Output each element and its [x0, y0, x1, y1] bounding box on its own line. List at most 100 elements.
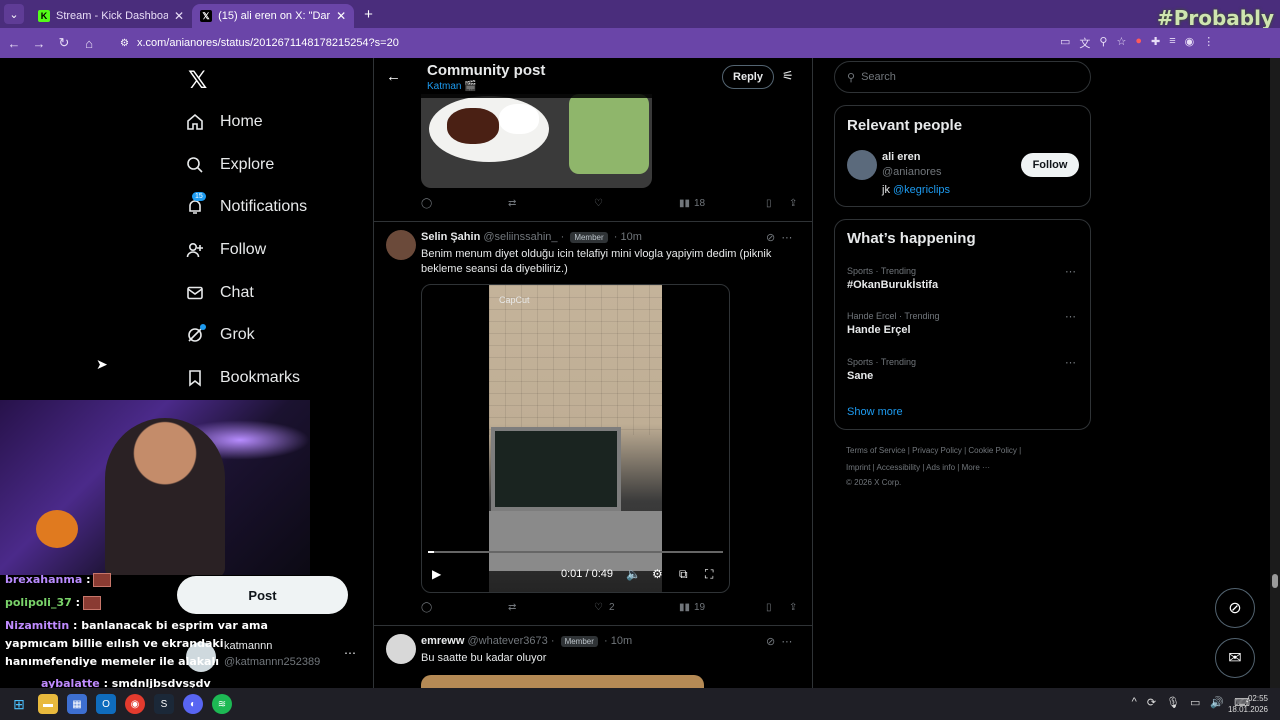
video-player[interactable]: CapCut ▶ 0:01 / 0:49 🔈 ⚙ ⧉ ⛶	[421, 284, 730, 593]
more-icon[interactable]: ⋯	[1065, 265, 1076, 278]
avatar[interactable]	[847, 150, 877, 180]
share-icon[interactable]: ⇪	[789, 198, 797, 209]
messages-fab-button[interactable]: ✉	[1215, 638, 1255, 678]
grok-fab-button[interactable]: ⊘	[1215, 588, 1255, 628]
bookmark-icon[interactable]: ▯	[766, 602, 772, 613]
person-handle[interactable]: @anianores	[882, 166, 941, 178]
close-tab-icon[interactable]: ✕	[336, 9, 346, 23]
reply-icon[interactable]: ◯	[421, 602, 432, 613]
back-arrow-icon[interactable]: ←	[3, 36, 25, 51]
back-arrow-icon[interactable]: ←	[386, 68, 401, 85]
forward-arrow-icon[interactable]: →	[28, 36, 50, 51]
fullscreen-icon[interactable]: ⛶	[705, 567, 713, 582]
nav-bookmarks[interactable]: Bookmarks	[184, 363, 300, 393]
author-name[interactable]: Selin Şahin	[421, 231, 480, 243]
views-icon[interactable]: ▮▮	[679, 198, 690, 209]
author-handle[interactable]: @whatever3673	[467, 635, 547, 647]
grok-explain-icon[interactable]: ⊘ ⋯	[766, 231, 792, 244]
trend-name[interactable]: Sane	[847, 370, 873, 382]
post-image[interactable]	[421, 675, 704, 688]
nav-explore[interactable]: Explore	[184, 150, 274, 180]
taskbar-clock[interactable]: 02:55 18.01.2026	[1228, 693, 1268, 715]
sliders-icon[interactable]: ⚟	[782, 68, 794, 84]
microphone-icon[interactable]: 🎙	[1166, 696, 1180, 709]
display-icon[interactable]: ▭	[1190, 696, 1200, 709]
views-icon[interactable]: ▮▮	[679, 602, 690, 613]
extensions-puzzle-icon[interactable]: ✚	[1151, 35, 1160, 51]
nav-chat[interactable]: Chat	[184, 278, 254, 308]
outlook-icon[interactable]: O	[96, 694, 116, 714]
like-icon[interactable]: ♡	[594, 198, 603, 209]
trend-name[interactable]: Hande Erçel	[847, 324, 911, 336]
zoom-icon[interactable]: ⚲	[1099, 35, 1107, 51]
like-icon[interactable]: ♡	[594, 602, 603, 613]
footer-links[interactable]: Terms of Service | Privacy Policy | Cook…	[846, 446, 1021, 455]
profile-avatar-icon[interactable]: ◉	[1185, 35, 1195, 51]
new-tab-button[interactable]: +	[364, 6, 373, 23]
grok-explain-icon[interactable]: ⊘ ⋯	[766, 635, 792, 648]
discord-icon[interactable]: ◐	[183, 694, 203, 714]
tab-list-button[interactable]: ⌄	[4, 4, 24, 24]
scrollbar-thumb[interactable]	[1272, 574, 1278, 588]
more-icon[interactable]: ⋯	[344, 646, 356, 660]
extension-icon[interactable]: ●	[1135, 35, 1142, 51]
footer-links[interactable]: Imprint | Accessibility | Ads info | Mor…	[846, 463, 990, 472]
avatar[interactable]	[386, 230, 416, 260]
nav-grok[interactable]: Grok	[184, 320, 255, 350]
nav-home[interactable]: Home	[184, 107, 263, 137]
tab-kick-dashboard[interactable]: K Stream - Kick Dashboard ✕	[30, 4, 192, 28]
settings-gear-icon[interactable]: ⚙	[652, 567, 663, 581]
show-more-link[interactable]: Show more	[847, 406, 903, 418]
site-info-icon[interactable]: ⚙	[120, 38, 129, 49]
reply-icon[interactable]: ◯	[421, 198, 432, 209]
repost-icon[interactable]: ⇄	[508, 602, 516, 613]
steam-icon[interactable]: S	[154, 694, 174, 714]
video-progress-bar[interactable]	[428, 551, 723, 553]
nav-bookmarks-label: Bookmarks	[220, 369, 301, 386]
windows-start-icon[interactable]: ⊞	[9, 694, 29, 714]
author-name[interactable]: emreww	[421, 635, 464, 647]
close-tab-icon[interactable]: ✕	[174, 9, 184, 23]
file-explorer-icon[interactable]: ▬	[38, 694, 58, 714]
browser-menu-icon[interactable]: ⋮	[1203, 35, 1214, 51]
tab-x-post[interactable]: 𝕏 (15) ali eren on X: "Dark Souls 3 ✕	[192, 4, 355, 28]
play-icon[interactable]: ▶	[432, 567, 441, 581]
trend-name[interactable]: #OkanBurukİstifa	[847, 279, 938, 291]
reply-button[interactable]: Reply	[722, 65, 774, 89]
timestamp[interactable]: 10m	[620, 231, 641, 243]
community-name[interactable]: Katman 🎬	[427, 81, 477, 92]
tray-overflow-icon[interactable]: ^	[1132, 696, 1137, 709]
volume-icon[interactable]: 🔈	[626, 567, 641, 581]
author-handle[interactable]: @seliinssahin_	[483, 231, 557, 243]
picture-in-picture-icon[interactable]: ⧉	[679, 567, 688, 582]
post-image[interactable]	[421, 94, 652, 188]
bookmark-icon[interactable]: ▯	[766, 198, 772, 209]
search-input[interactable]: ⚲ Search	[834, 61, 1091, 93]
bookmark-star-icon[interactable]: ☆	[1116, 35, 1126, 51]
chrome-icon[interactable]: ◉	[125, 694, 145, 714]
tray-sync-icon[interactable]: ⟳	[1147, 696, 1156, 709]
translate-icon[interactable]: 文	[1079, 35, 1090, 51]
nav-follow[interactable]: Follow	[184, 235, 266, 265]
nav-notifications[interactable]: 15 Notifications	[184, 192, 307, 222]
page-scrollbar[interactable]	[1270, 58, 1280, 688]
person-name[interactable]: ali eren	[882, 151, 921, 163]
bio-link[interactable]: @kegriclips	[893, 184, 950, 196]
timestamp[interactable]: 10m	[611, 635, 632, 647]
more-icon[interactable]: ⋯	[1065, 310, 1076, 323]
avatar[interactable]	[386, 634, 416, 664]
x-logo-icon[interactable]: 𝕏	[188, 66, 207, 94]
reload-icon[interactable]: ↻	[53, 35, 75, 51]
volume-icon[interactable]: 🔊	[1210, 696, 1224, 709]
spotify-icon[interactable]: ≋	[212, 694, 232, 714]
share-icon[interactable]: ⇪	[789, 602, 797, 613]
repost-icon[interactable]: ⇄	[508, 198, 516, 209]
chat-nick: Nizamittin	[5, 619, 70, 632]
more-icon[interactable]: ⋯	[1065, 356, 1076, 369]
reading-list-icon[interactable]: ≡	[1169, 35, 1175, 51]
store-icon[interactable]: ▦	[67, 694, 87, 714]
address-bar[interactable]: ⚙ x.com/anianores/status/201267114817821…	[108, 32, 1048, 54]
install-app-icon[interactable]: ▭	[1060, 35, 1070, 51]
follow-button[interactable]: Follow	[1021, 153, 1079, 177]
home-icon[interactable]: ⌂	[78, 36, 100, 51]
